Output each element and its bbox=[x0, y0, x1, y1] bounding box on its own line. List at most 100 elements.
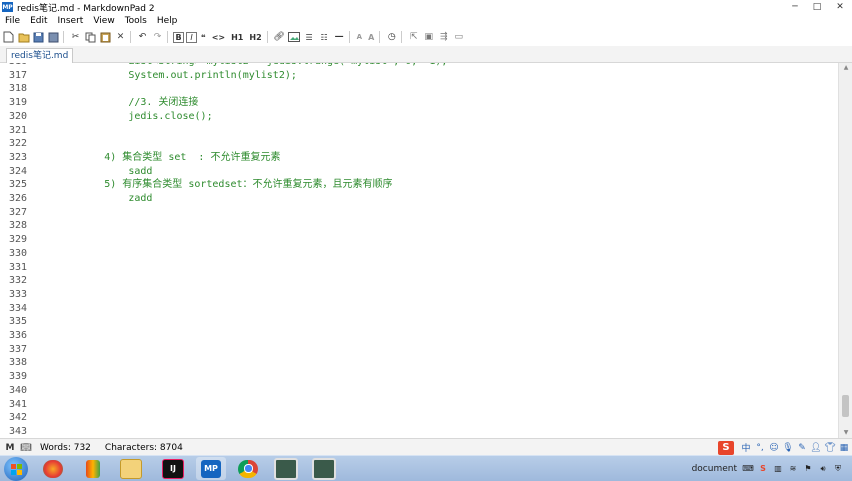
menu-tools[interactable]: Tools bbox=[120, 16, 152, 26]
wifi-icon[interactable]: ≋ bbox=[788, 464, 798, 474]
editor-line[interactable]: 338 bbox=[0, 356, 838, 370]
editor-line[interactable]: 327 bbox=[0, 206, 838, 220]
shirt-icon[interactable]: 👕︎ bbox=[824, 441, 836, 455]
taskbar-app-8[interactable] bbox=[309, 457, 339, 480]
markdown-icon[interactable]: M bbox=[4, 442, 16, 454]
timestamp-icon[interactable]: ◷ bbox=[385, 31, 398, 44]
editor-line[interactable]: 323 4) 集合类型 set : 不允许重复元素 bbox=[0, 151, 838, 165]
horizontal-rule-icon[interactable]: — bbox=[333, 31, 346, 44]
ime-mode-toggle[interactable]: 中 bbox=[740, 441, 752, 455]
editor-line[interactable]: 343 bbox=[0, 425, 838, 438]
editor-line[interactable]: 340 bbox=[0, 384, 838, 398]
editor-line[interactable]: 337 bbox=[0, 343, 838, 357]
minimize-button[interactable]: ─ bbox=[784, 0, 806, 13]
italic-icon[interactable]: I bbox=[186, 31, 197, 43]
keyboard-icon[interactable]: ⌨ bbox=[742, 464, 754, 474]
chrome-icon bbox=[238, 459, 258, 478]
vertical-scrollbar[interactable]: ▲ ▼ bbox=[838, 63, 852, 438]
editor-line[interactable]: 336 bbox=[0, 329, 838, 343]
heading1-button[interactable]: H1 bbox=[229, 31, 245, 44]
taskbar-explorer[interactable] bbox=[116, 457, 146, 480]
taskbar-app-7[interactable] bbox=[271, 457, 301, 480]
editor-line[interactable]: 324 sadd bbox=[0, 165, 838, 179]
menu-view[interactable]: View bbox=[88, 16, 119, 26]
editor-pane[interactable]: 316List<String> mylist2 = jedis.lrange("… bbox=[0, 63, 838, 438]
cut-icon[interactable]: ✂ bbox=[69, 31, 82, 44]
taskbar-app-2[interactable] bbox=[78, 457, 108, 480]
pen-icon[interactable]: ✎ bbox=[796, 441, 808, 455]
preview-toggle-icon[interactable]: ⇱ bbox=[407, 31, 420, 44]
editor-line[interactable]: 335 bbox=[0, 315, 838, 329]
network-icon[interactable]: ▥ bbox=[773, 464, 783, 474]
sogou-logo-icon[interactable]: S bbox=[718, 440, 734, 455]
maximize-button[interactable]: □ bbox=[806, 0, 828, 13]
export-icon[interactable]: ⇶ bbox=[437, 31, 450, 44]
menu-file[interactable]: File bbox=[0, 16, 25, 26]
fullscreen-icon[interactable]: ▭ bbox=[452, 31, 465, 44]
menu-edit[interactable]: Edit bbox=[25, 16, 52, 26]
delete-icon[interactable]: ✕ bbox=[114, 31, 127, 44]
ordered-list-icon[interactable]: ☰ bbox=[303, 31, 316, 44]
taskbar-markdownpad[interactable]: MP bbox=[196, 457, 226, 480]
image-icon[interactable] bbox=[288, 31, 301, 44]
user-icon[interactable]: 👤︎ bbox=[810, 441, 822, 455]
editor-line[interactable]: 328 bbox=[0, 219, 838, 233]
paste-icon[interactable] bbox=[99, 31, 112, 44]
folder-icon bbox=[120, 458, 142, 479]
text-smaller-icon[interactable]: A bbox=[355, 31, 364, 44]
scrollbar-thumb[interactable] bbox=[842, 395, 849, 417]
taskbar-app-1[interactable] bbox=[38, 457, 68, 480]
editor-line[interactable]: 318 bbox=[0, 82, 838, 96]
editor-line[interactable]: 331 bbox=[0, 261, 838, 275]
close-button[interactable]: ✕ bbox=[828, 0, 852, 13]
editor-line[interactable]: 322 bbox=[0, 137, 838, 151]
bold-icon[interactable]: B bbox=[173, 31, 184, 43]
editor-line[interactable]: 330 bbox=[0, 247, 838, 261]
editor-line[interactable]: 332 bbox=[0, 274, 838, 288]
editor-line[interactable]: 339 bbox=[0, 370, 838, 384]
editor-line[interactable]: 333 bbox=[0, 288, 838, 302]
editor-line[interactable]: 341 bbox=[0, 398, 838, 412]
voice-icon[interactable]: 🎙︎ bbox=[782, 441, 794, 455]
tab-redis-notes[interactable]: redis笔记.md bbox=[6, 48, 74, 63]
editor-line[interactable]: 319 //3. 关闭连接 bbox=[0, 96, 838, 110]
taskbar-chrome[interactable] bbox=[233, 457, 263, 480]
editor-line[interactable]: 325 5) 有序集合类型 sortedset：不允许重复元素，且元素有顺序 bbox=[0, 178, 838, 192]
flag-icon[interactable]: ⚑ bbox=[803, 464, 813, 474]
start-button[interactable] bbox=[4, 457, 28, 481]
editor-line[interactable]: 317 System.out.println(mylist2); bbox=[0, 69, 838, 83]
save-icon[interactable] bbox=[32, 31, 45, 44]
undo-icon[interactable]: ↶ bbox=[136, 31, 149, 44]
code-icon[interactable]: <> bbox=[210, 31, 227, 44]
copy-icon[interactable] bbox=[84, 31, 97, 44]
redo-icon[interactable]: ↷ bbox=[151, 31, 164, 44]
editor-line[interactable]: 342 bbox=[0, 411, 838, 425]
preview-pane-icon[interactable]: ▣ bbox=[422, 31, 435, 44]
quote-icon[interactable]: ❝ bbox=[199, 31, 208, 44]
editor-line[interactable]: 321 bbox=[0, 124, 838, 138]
punctuation-icon[interactable]: °, bbox=[754, 441, 766, 455]
menu-bar: File Edit Insert View Tools Help bbox=[0, 14, 852, 28]
menu-insert[interactable]: Insert bbox=[53, 16, 89, 26]
editor-line[interactable]: 320 jedis.close(); bbox=[0, 110, 838, 124]
editor-line[interactable]: 326 zadd bbox=[0, 192, 838, 206]
editor-line[interactable]: 334 bbox=[0, 302, 838, 316]
open-folder-icon[interactable] bbox=[17, 31, 30, 44]
sogou-tray-icon[interactable]: S bbox=[758, 464, 768, 474]
new-file-icon[interactable] bbox=[2, 31, 15, 44]
heading2-button[interactable]: H2 bbox=[247, 31, 263, 44]
volume-icon[interactable]: 🔊︎ bbox=[818, 464, 828, 474]
book-icon[interactable]: 📖︎ bbox=[20, 442, 32, 454]
scroll-down-icon[interactable]: ▼ bbox=[839, 428, 852, 438]
scroll-up-icon[interactable]: ▲ bbox=[839, 63, 852, 73]
shield-icon[interactable]: ⛨ bbox=[833, 464, 843, 474]
menu-help[interactable]: Help bbox=[152, 16, 183, 26]
unordered-list-icon[interactable]: ☷ bbox=[318, 31, 331, 44]
editor-line[interactable]: 329 bbox=[0, 233, 838, 247]
text-larger-icon[interactable]: A bbox=[366, 31, 376, 44]
grid-icon[interactable]: ▦ bbox=[838, 441, 850, 455]
emoji-icon[interactable]: ☺ bbox=[768, 441, 780, 455]
save-all-icon[interactable] bbox=[47, 31, 60, 44]
taskbar-intellij[interactable]: IJ bbox=[158, 457, 188, 480]
link-icon[interactable]: 🔗︎ bbox=[273, 31, 286, 44]
